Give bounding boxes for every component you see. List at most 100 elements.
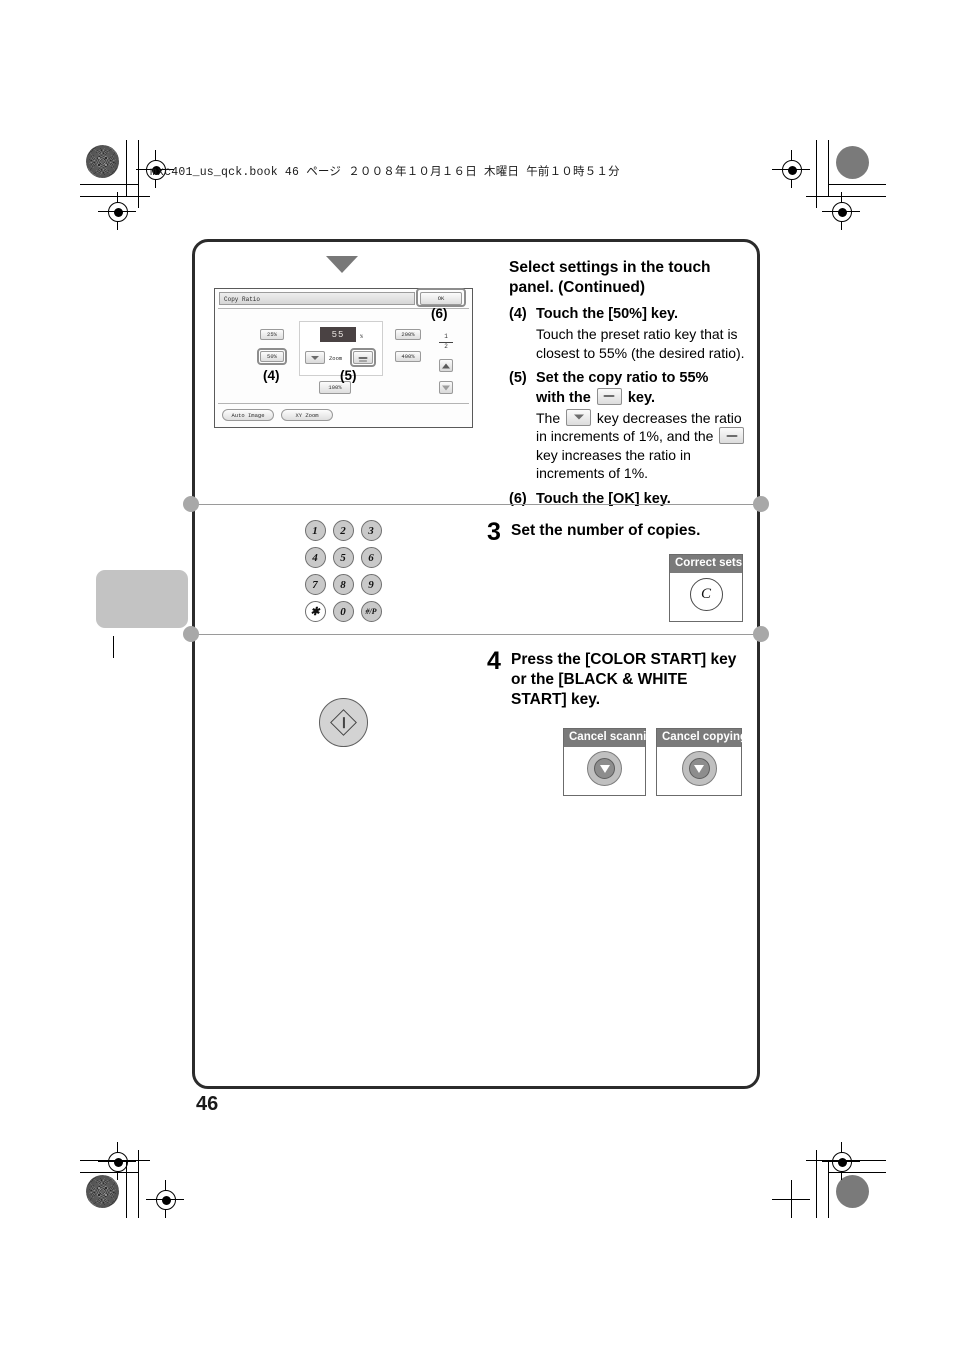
correct-sets-callout: Correct sets C [669,554,743,622]
substep-5-title: Set the copy ratio to 55% with the key. [536,369,752,408]
crop-line-tl-h1 [80,184,138,185]
substep-5: (5) Set the copy ratio to 55% with the k… [509,369,752,408]
zoom-up-key-icon-2 [719,427,745,445]
panel-auto-image-button[interactable]: Auto Image [222,409,274,421]
panel-preset-25[interactable]: 25% [260,329,284,340]
registration-mark-tl2 [98,192,136,230]
zoom-up-key-icon [596,387,622,405]
step3-title: Set the number of copies. [511,522,701,539]
callout-4: (4) [263,368,280,383]
crop-line-tr-v1 [828,140,829,196]
divider-dot-right-2 [753,626,769,642]
page-number: 46 [196,1093,219,1115]
keypad-key-3[interactable]: 3 [360,520,382,541]
section-divider-1 [183,496,769,512]
crop-line-br-h2 [806,1160,886,1161]
arrow-up-icon [442,363,450,368]
fraction-denominator: 2 [444,342,448,350]
halftone-mark-top-left [86,145,119,178]
substep-4-body: Touch the preset ratio key that is close… [536,326,745,361]
section-divider-2 [183,626,769,642]
keypad-key-6[interactable]: 6 [360,547,382,568]
step4-title: Press the [COLOR START] key or the [BLAC… [511,651,737,708]
substep-5-body-a: The [536,409,561,426]
cancel-copying-body [657,747,741,791]
stop-inner-copying [688,758,710,780]
crop-line-br-v1 [828,1162,829,1218]
halftone-mark-top-right [836,146,869,179]
crop-line-bl-v1 [126,1162,127,1218]
chevron-down-icon [311,355,319,360]
step2-continued-text: Select settings in the touch panel. (Con… [509,258,752,508]
cancel-scanning-label: Cancel scanning [564,729,660,747]
crop-line-tl-v1 [126,140,127,196]
crop-line-tr-v2 [816,140,817,208]
registration-mark-br2 [772,1180,810,1218]
registration-mark-tr2 [822,192,860,230]
keypad-key-4[interactable]: 4 [304,547,326,568]
panel-preset-200[interactable]: 200% [395,329,421,340]
panel-zoom-label: Zoom [329,355,343,362]
substep-5-title-a: Set the copy ratio to 55% [536,370,709,387]
panel-percent-sign: % [360,334,364,340]
section-thumb-tick [113,636,114,658]
registration-mark-bl [98,1142,136,1180]
book-header-line: mxc401_us_qck.book 46 ページ ２００８年１０月１６日 木曜… [150,166,620,179]
clear-key-icon[interactable]: C [689,578,723,612]
cancel-copying-callout: Cancel copying [656,728,747,796]
keypad-key-5[interactable]: 5 [332,547,354,568]
divider-dot-left-1 [183,496,199,512]
arrow-down-icon [442,385,450,390]
panel-xy-zoom-button[interactable]: XY Zoom [281,409,333,421]
start-key-icon[interactable] [319,698,368,747]
step4-number: 4 [487,647,501,675]
substep-5-number: (5) [509,370,527,387]
crop-line-tl-h2 [80,196,150,197]
crop-line-bl-h1 [80,1172,138,1173]
crop-line-tl-v2 [138,140,139,208]
substep-5-title-c: key. [627,389,655,406]
stop-key-icon-copying[interactable] [681,751,717,787]
substep-4-number: (4) [509,306,527,323]
cancel-copying-label: Cancel copying [657,729,747,747]
start-diamond-icon [330,709,357,736]
keypad-key-9[interactable]: 9 [360,574,382,595]
substep-5-body: The key decreases the ratio in increment… [536,408,752,483]
panel-bottom-separator [218,403,469,404]
panel-ratio-display: 55 [320,327,356,342]
step3-number: 3 [487,518,501,546]
substep-6-number: (6) [509,490,527,507]
keypad-key-8[interactable]: 8 [332,574,354,595]
keypad-key-7[interactable]: 7 [304,574,326,595]
section-thumb-tab [96,570,188,628]
fraction-numerator: 1 [444,333,448,340]
keypad-key-asterisk[interactable]: ✱ [304,601,326,622]
keypad-key-1[interactable]: 1 [304,520,326,541]
substep-4: (4) Touch the [50%] key. [509,305,752,324]
substep-6-title: Touch the [OK] key. [536,490,671,507]
panel-scroll-up-button[interactable] [439,359,453,372]
step2-title: Select settings in the touch panel. (Con… [509,259,711,297]
keypad-key-hash-p[interactable]: #/P [360,601,382,622]
panel-ok-highlight [416,288,466,307]
panel-zoom-decrease-key[interactable] [305,351,325,364]
registration-mark-tr [772,150,810,188]
panel-scroll-down-button[interactable] [439,381,453,394]
stop-key-icon-scanning[interactable] [587,751,622,787]
callout-5: (5) [340,368,357,383]
panel-preset-50-highlight [257,348,287,365]
crop-line-tr-h1 [828,184,886,185]
crop-line-bl-h2 [80,1160,150,1161]
cancel-scanning-body [564,747,645,791]
cancel-scanning-callout: Cancel scanning [563,728,660,796]
divider-dot-right-1 [753,496,769,512]
stop-inner-scanning [594,758,615,780]
keypad-key-0[interactable]: 0 [332,601,354,622]
stop-triangle-icon-scanning [599,764,610,773]
crop-line-br-h1 [828,1172,886,1173]
correct-sets-label: Correct sets [670,555,742,573]
panel-preset-400[interactable]: 400% [395,351,421,362]
substep-4-title: Touch the [50%] key. [536,306,679,323]
keypad-key-2[interactable]: 2 [332,520,354,541]
numeric-keypad[interactable]: 1 2 3 4 5 6 7 8 9 ✱ 0 #/P [301,518,385,626]
